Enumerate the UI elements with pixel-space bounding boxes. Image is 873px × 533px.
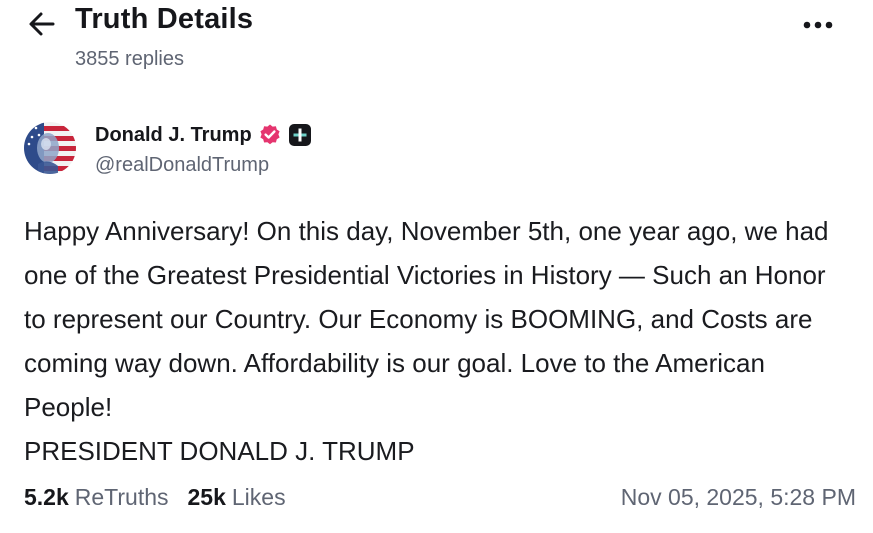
likes-label: Likes (231, 484, 286, 510)
author-block: Donald J. Trump @realDonaldTrump (24, 120, 624, 184)
page-title: Truth Details (75, 3, 254, 35)
truth-details-page: Truth Details 3855 replies Donald J. Tru… (0, 0, 873, 533)
flag-portrait-avatar (24, 122, 76, 174)
more-horizontal-icon (803, 21, 833, 29)
likes-stat[interactable]: 25k Likes (188, 484, 286, 511)
author-name[interactable]: Donald J. Trump (95, 124, 252, 147)
retruths-count: 5.2k (24, 484, 69, 510)
retruths-stat[interactable]: 5.2k ReTruths (24, 484, 169, 511)
post-body: Happy Anniversary! On this day, November… (24, 209, 854, 473)
likes-count: 25k (187, 484, 226, 510)
page-header: Truth Details 3855 replies (0, 0, 873, 80)
post-signature: PRESIDENT DONALD J. TRUMP (24, 436, 415, 466)
author-name-row: Donald J. Trump (95, 121, 311, 149)
post-footer: 5.2k ReTruths 25k Likes Nov 05, 2025, 5:… (24, 484, 856, 518)
author-handle[interactable]: @realDonaldTrump (95, 154, 269, 177)
post-stats: 5.2k ReTruths 25k Likes (24, 484, 286, 511)
more-options-button[interactable] (801, 14, 835, 36)
post-paragraph: Happy Anniversary! On this day, November… (24, 216, 829, 422)
back-button[interactable] (26, 8, 58, 40)
verified-badge-icon (258, 123, 282, 147)
reply-count: 3855 replies (75, 48, 184, 70)
post-timestamp: Nov 05, 2025, 5:28 PM (620, 484, 856, 510)
truth-plus-badge-icon (288, 124, 311, 146)
avatar[interactable] (24, 122, 76, 174)
retruths-label: ReTruths (74, 484, 169, 510)
arrow-left-icon (29, 12, 55, 36)
